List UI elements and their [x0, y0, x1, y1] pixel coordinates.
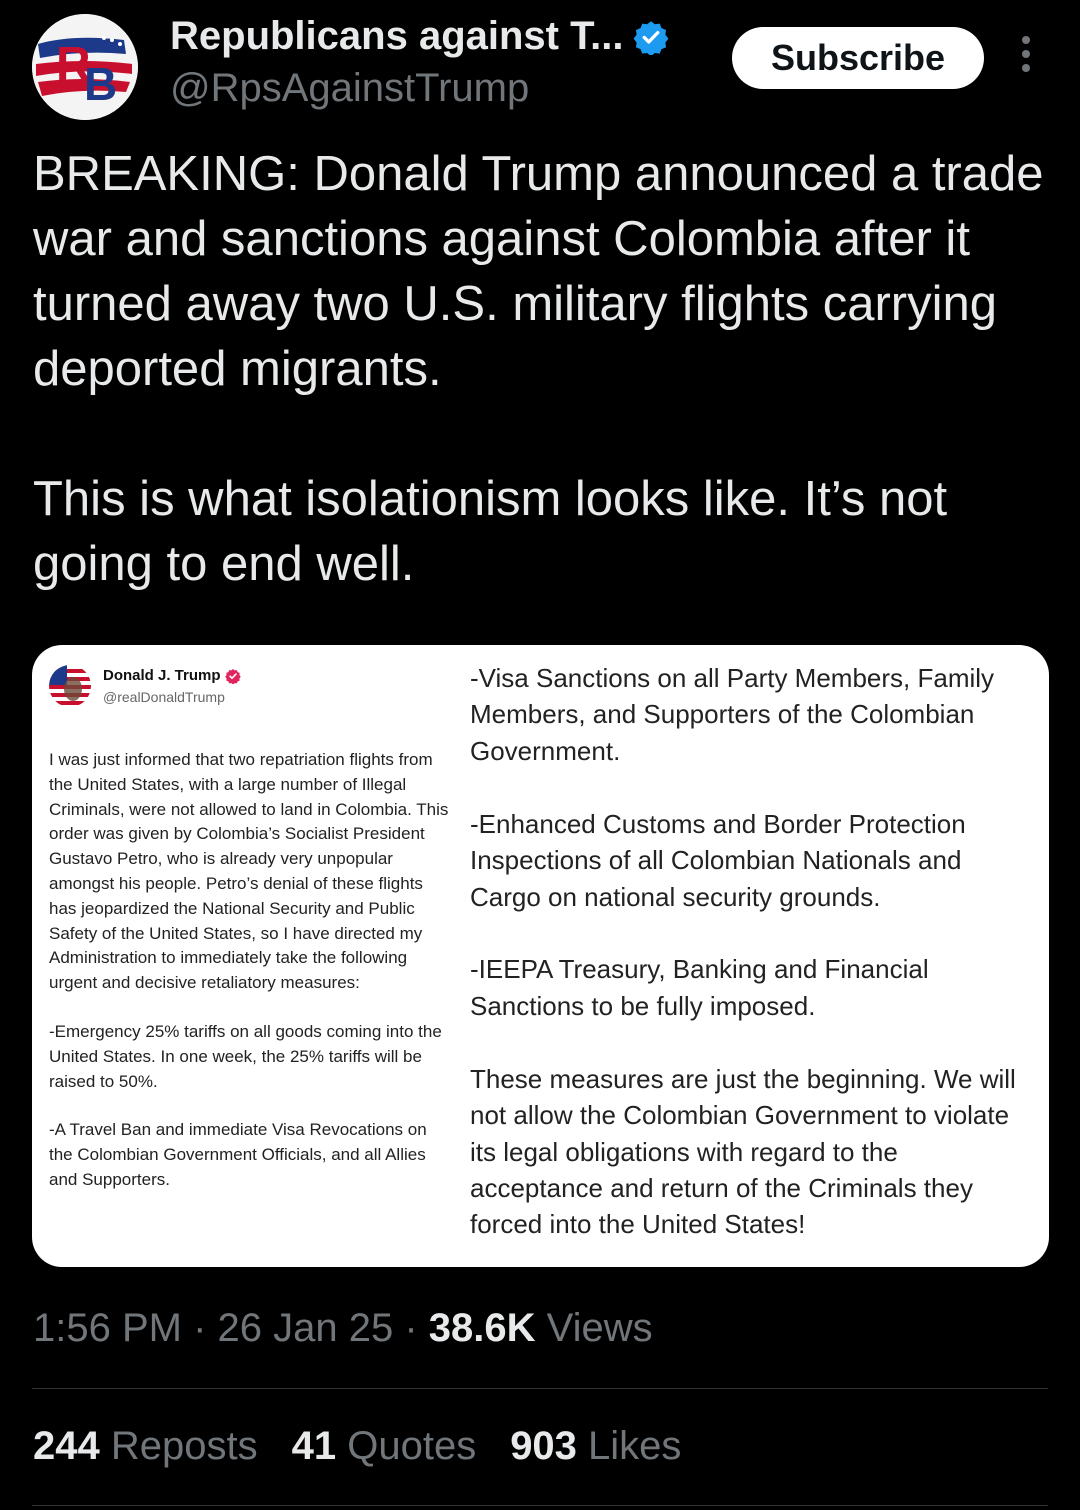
embedded-author-name: Donald J. Trump [103, 667, 221, 684]
embedded-post-body: I was just informed that two repatriatio… [49, 748, 449, 1193]
handle[interactable]: @RpsAgainstTrump [170, 66, 529, 111]
views-label: Views [535, 1306, 653, 1350]
display-name[interactable]: Republicans against T... [170, 14, 623, 59]
embedded-paragraph: I was just informed that two repatriatio… [49, 750, 449, 993]
verified-badge-icon [224, 668, 241, 684]
meta-separator: · [181, 1306, 218, 1350]
svg-text:B: B [84, 58, 117, 110]
likes-label: Likes [576, 1424, 682, 1468]
tweet-header: R B Republicans against T... @RpsAgainst… [0, 0, 1080, 130]
embedded-paragraph: -Enhanced Customs and Border Protection … [470, 808, 966, 912]
tweet-paragraph: BREAKING: Donald Trump announced a trade… [33, 147, 1044, 396]
embedded-paragraph: -IEEPA Treasury, Banking and Financial S… [470, 954, 929, 1021]
embedded-author-handle: @realDonaldTrump [103, 689, 225, 705]
tweet-date[interactable]: 26 Jan 25 [218, 1306, 394, 1350]
tweet-time[interactable]: 1:56 PM [33, 1306, 182, 1350]
embedded-post-left-column: Donald J. Trump @realDonaldTrump I was j… [49, 665, 449, 1193]
reposts-stat[interactable]: 244 Reposts [33, 1424, 258, 1469]
views-count: 38.6K [428, 1306, 536, 1350]
embedded-paragraph: These measures are just the beginning. W… [470, 1063, 1016, 1240]
reposts-label: Reposts [99, 1424, 258, 1468]
more-vertical-icon[interactable] [1010, 36, 1042, 80]
display-name-row[interactable]: Republicans against T... [170, 14, 669, 59]
quotes-label: Quotes [336, 1424, 477, 1468]
flag-portrait-icon [49, 665, 91, 707]
quotes-stat[interactable]: 41 Quotes [292, 1424, 477, 1469]
tweet-paragraph: This is what isolationism looks like. It… [33, 472, 948, 591]
embedded-post-header: Donald J. Trump @realDonaldTrump [49, 665, 449, 725]
embedded-post-image[interactable]: Donald J. Trump @realDonaldTrump I was j… [32, 645, 1049, 1267]
embedded-paragraph: -Visa Sanctions on all Party Members, Fa… [470, 663, 995, 766]
divider [32, 1388, 1048, 1389]
embedded-post-right-column: -Visa Sanctions on all Party Members, Fa… [470, 660, 1030, 1267]
embedded-paragraph: -A Travel Ban and immediate Visa Revocat… [49, 1120, 427, 1189]
subscribe-button[interactable]: Subscribe [732, 27, 984, 89]
likes-count: 903 [510, 1424, 577, 1468]
tweet-text: BREAKING: Donald Trump announced a trade… [33, 142, 1053, 597]
verified-badge-icon [634, 20, 669, 55]
rb-logo-icon[interactable]: R B [32, 14, 138, 120]
divider [32, 1505, 1048, 1506]
embedded-paragraph: -Emergency 25% tariffs on all goods comi… [49, 1021, 442, 1091]
engagement-stats: 244 Reposts 41 Quotes 903 Likes [33, 1424, 715, 1469]
tweet-meta: 1:56 PM · 26 Jan 25 · 38.6K Views [33, 1306, 653, 1351]
quotes-count: 41 [291, 1424, 337, 1468]
embedded-author-row: Donald J. Trump [103, 667, 241, 684]
meta-separator: · [393, 1306, 429, 1350]
likes-stat[interactable]: 903 Likes [510, 1424, 681, 1469]
reposts-count: 244 [33, 1424, 100, 1468]
